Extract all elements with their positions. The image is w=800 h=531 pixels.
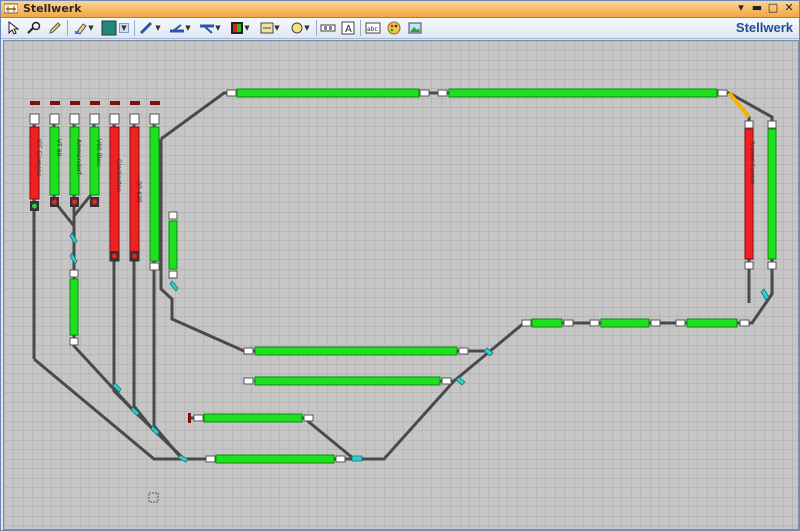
block-frame-icon[interactable]: ▼ bbox=[257, 19, 283, 37]
block-lower-main[interactable] bbox=[215, 454, 335, 464]
track-diagram-canvas[interactable]: ICE Siemens VT 98 Ammendorf V60 Blau Gla… bbox=[3, 40, 799, 530]
close-icon[interactable]: ✕ bbox=[783, 1, 795, 15]
maximize-icon[interactable]: □ bbox=[767, 1, 779, 15]
block-middle-2[interactable] bbox=[254, 376, 441, 386]
block-middle-1[interactable] bbox=[254, 346, 458, 356]
switch-track-icon[interactable]: ▼ bbox=[197, 19, 223, 37]
abc-label-icon[interactable]: abc bbox=[364, 19, 382, 37]
grid-background bbox=[4, 41, 798, 529]
pencil-icon[interactable] bbox=[47, 19, 63, 37]
brush-icon[interactable]: ▼ bbox=[71, 19, 97, 37]
toolbar: ▼ ▼ ▼ ▼ ▼ ▼ ▼ ▼ A abc Stellwerk bbox=[1, 18, 799, 39]
block-label: VT 98 bbox=[55, 139, 62, 156]
block-label: Glaskasten bbox=[115, 159, 122, 192]
text-box-icon[interactable]: A bbox=[339, 19, 357, 37]
svg-text:abc: abc bbox=[367, 26, 378, 33]
detector-icon[interactable] bbox=[319, 19, 337, 37]
palette-icon[interactable] bbox=[385, 19, 403, 37]
circle-shape-icon[interactable]: ▼ bbox=[287, 19, 313, 37]
straight-track-icon[interactable]: ▼ bbox=[137, 19, 163, 37]
toolbar-separator bbox=[67, 20, 68, 36]
title-bar[interactable]: Stellwerk ▾ ▬ □ ✕ bbox=[1, 1, 799, 18]
block-right-outer[interactable] bbox=[767, 128, 777, 260]
block-east-1[interactable] bbox=[531, 318, 563, 328]
block-label: V60 Blau bbox=[95, 139, 102, 166]
toolbar-separator bbox=[360, 20, 361, 36]
block-label: Regional Express bbox=[749, 141, 755, 184]
color-swatch-icon[interactable]: ▼ bbox=[100, 19, 130, 37]
block-east-3[interactable] bbox=[686, 318, 738, 328]
svg-text:A: A bbox=[345, 24, 352, 35]
block-top-left[interactable] bbox=[236, 88, 420, 98]
toolbar-separator bbox=[134, 20, 135, 36]
block-top-right[interactable] bbox=[448, 88, 718, 98]
block-label: ICE Siemens bbox=[35, 139, 42, 176]
image-icon[interactable] bbox=[406, 19, 424, 37]
block-siding-lower[interactable] bbox=[69, 278, 79, 336]
track-diagram[interactable]: ICE Siemens VT 98 Ammendorf V60 Blau Gla… bbox=[4, 41, 798, 529]
brand-label: Stellwerk bbox=[735, 20, 793, 35]
block-dead-end[interactable] bbox=[203, 413, 303, 423]
select-arrow-icon[interactable] bbox=[5, 19, 21, 37]
block-east-2[interactable] bbox=[600, 318, 650, 328]
signal-block-icon[interactable]: ▼ bbox=[227, 19, 253, 37]
block-label: BR 628 bbox=[135, 181, 142, 203]
block-label: Ammendorf bbox=[75, 139, 82, 175]
block-siding-7[interactable] bbox=[149, 126, 160, 262]
block-siding-2[interactable] bbox=[49, 126, 60, 196]
block-inner-left[interactable] bbox=[168, 220, 178, 270]
app-icon bbox=[4, 3, 18, 14]
stellwerk-window: Stellwerk ▾ ▬ □ ✕ ▼ ▼ ▼ ▼ ▼ ▼ ▼ ▼ A abc … bbox=[0, 0, 800, 531]
window-controls: ▾ ▬ □ ✕ bbox=[735, 1, 795, 17]
window-title: Stellwerk bbox=[23, 2, 82, 15]
minimize-icon[interactable]: ▬ bbox=[751, 1, 763, 15]
signal-track-icon[interactable]: ▼ bbox=[167, 19, 193, 37]
window-menu-chevron-icon[interactable]: ▾ bbox=[735, 1, 747, 15]
zoom-key-icon[interactable] bbox=[25, 19, 43, 37]
block-siding-5[interactable] bbox=[109, 126, 120, 262]
toolbar-separator bbox=[316, 20, 317, 36]
